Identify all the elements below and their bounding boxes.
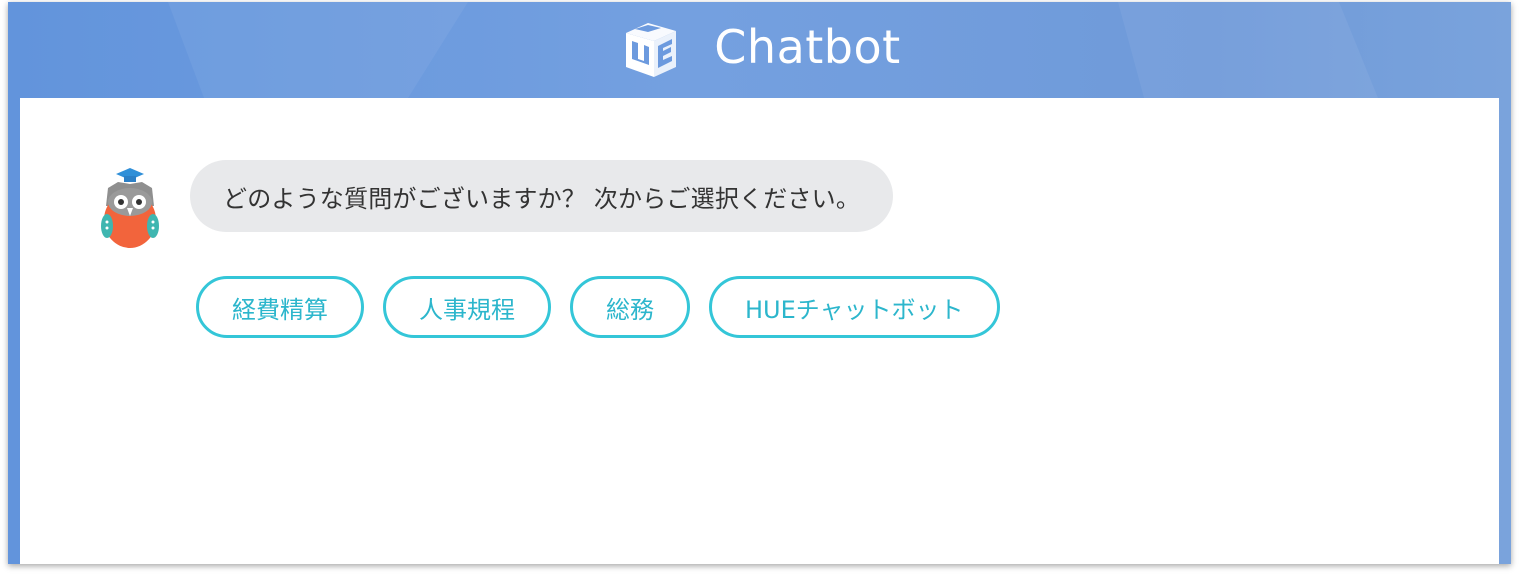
hue-cube-logo-icon xyxy=(626,23,677,77)
bot-message-text: どのような質問がございますか？ 次からご選択ください。 xyxy=(223,184,861,213)
chat-panel: どのような質問がございますか？ 次からご選択ください。 経費精算 人事規程 総務… xyxy=(20,98,1499,564)
owl-graduate-icon xyxy=(101,168,159,248)
option-button-soumu[interactable]: 総務 xyxy=(570,276,690,338)
chatbot-window: Chatbot どのような質問がございますか？ 次からご選択ください。 経費精算… xyxy=(8,2,1511,564)
quick-reply-options: 経費精算 人事規程 総務 HUEチャットボット xyxy=(196,276,1000,338)
header: Chatbot xyxy=(8,2,1511,98)
option-button-keihi[interactable]: 経費精算 xyxy=(196,276,364,338)
option-button-jinji[interactable]: 人事規程 xyxy=(383,276,551,338)
bot-message-bubble: どのような質問がございますか？ 次からご選択ください。 xyxy=(190,160,894,232)
page-title: Chatbot xyxy=(714,20,901,74)
option-button-hue-chatbot[interactable]: HUEチャットボット xyxy=(709,276,1000,338)
